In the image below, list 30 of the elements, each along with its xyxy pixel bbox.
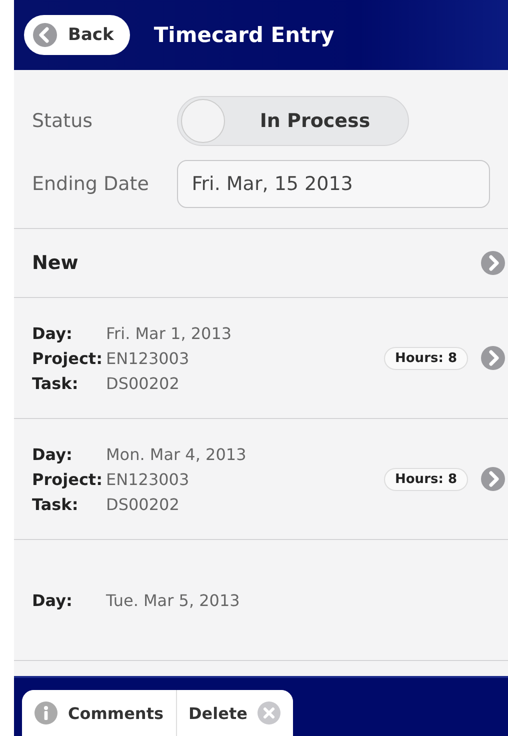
task-label: Task: (32, 374, 80, 392)
day-value: Tue. Mar 5, 2013 (106, 590, 241, 610)
status-toggle[interactable]: In Process (177, 96, 409, 146)
status-label: Status (32, 108, 94, 134)
day-value: Mon. Mar 4, 2013 (106, 444, 248, 464)
timecard-entry-row[interactable]: Day: Tue. Mar 5, 2013 (14, 540, 508, 660)
new-entry-row[interactable]: New (14, 229, 508, 297)
task-label: Task: (32, 494, 80, 514)
ending-date-field[interactable]: Fri. Mar, 15 2013 (176, 160, 490, 208)
timecard-entry-row[interactable]: Day: Fri. Mar 1, 2013 Project: EN123003 Task: DS00202 Hours: 8 (14, 298, 508, 418)
project-label: Project: (32, 348, 104, 368)
info-icon (34, 701, 58, 725)
back-button[interactable]: Back (24, 15, 130, 55)
screen-title: Timecard Entry (154, 23, 334, 47)
timecard-entry-row[interactable]: Day: Mon. Mar 4, 2013 Project: EN123003 Task: DS00202 Hours: 8 (14, 419, 508, 539)
project-value: EN123003 (106, 470, 190, 488)
delete-button[interactable]: Delete (176, 690, 294, 736)
task-value: DS00202 (106, 494, 180, 514)
day-value: Fri. Mar 1, 2013 (106, 324, 233, 342)
task-value: DS00202 (106, 374, 180, 392)
ending-date-label: Ending Date (32, 172, 150, 197)
delete-icon (257, 701, 282, 725)
back-chevron-icon (32, 22, 58, 48)
hours-badge: Hours: 8 (384, 468, 468, 490)
day-label: Day: (32, 324, 74, 342)
day-label: Day: (32, 590, 74, 610)
project-label: Project: (32, 470, 104, 488)
project-value: EN123003 (106, 348, 190, 368)
day-label: Day: (32, 444, 74, 464)
hours-badge: Hours: 8 (384, 346, 468, 370)
